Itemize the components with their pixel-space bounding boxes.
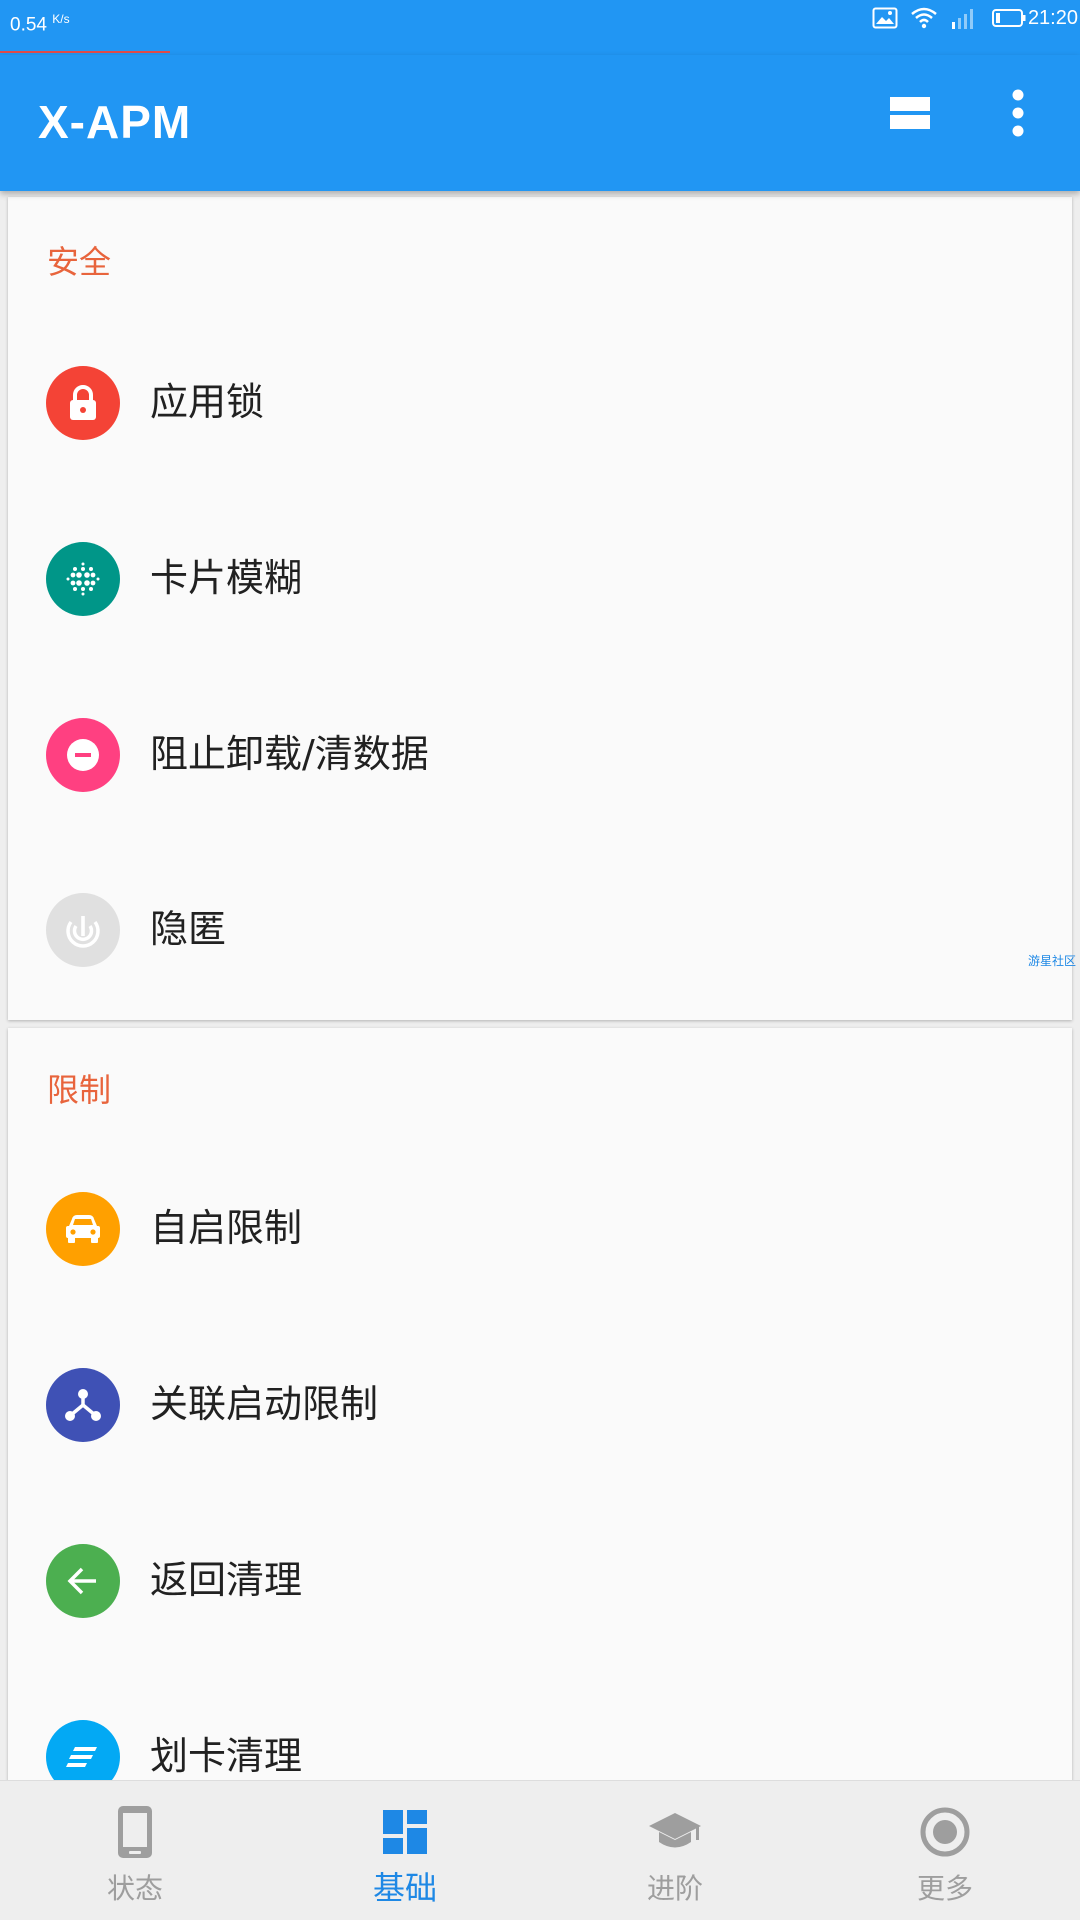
dashboard-icon [270, 1803, 540, 1861]
view-toggle-icon [888, 95, 932, 135]
gallery-notification-icon [872, 7, 898, 29]
feature-item-app-lock[interactable]: 应用锁 [8, 318, 1072, 488]
nav-label: 状态 [106, 1872, 163, 1905]
feature-label: 阻止卸载/清数据 [150, 732, 429, 776]
nav-label: 进阶 [646, 1872, 703, 1905]
section-title-security: 安全 [47, 243, 112, 281]
loading-progress-line [0, 51, 170, 53]
nav-label: 更多 [916, 1872, 973, 1905]
blur-icon [46, 542, 120, 616]
school-icon [540, 1803, 810, 1861]
nav-tab-status[interactable]: 状态 [0, 1781, 270, 1920]
status-icons: 21:20 [860, 5, 1080, 31]
nav-label: 基础 [372, 1869, 437, 1907]
battery-icon [991, 9, 1026, 27]
view-toggle-button[interactable] [880, 85, 940, 145]
feature-label: 卡片模糊 [150, 556, 303, 600]
net-speed-value: 0.54 [10, 14, 47, 36]
feature-item-card-blur[interactable]: 卡片模糊 [8, 494, 1072, 664]
feature-label: 隐匿 [150, 907, 227, 951]
more-vert-icon [1011, 89, 1025, 141]
feature-label: 应用锁 [150, 380, 265, 424]
feature-item-associated-start[interactable]: 关联启动限制 [8, 1320, 1072, 1490]
status-bar: 0.54 K/s 21:20 [0, 0, 1080, 55]
security-card: 安全 应用锁 卡片模糊 阻止卸载/清数据 隐匿 [8, 197, 1072, 1020]
feature-item-back-clean[interactable]: 返回清理 [8, 1496, 1072, 1666]
net-speed-unit: K/s [52, 12, 70, 26]
feature-item-hide[interactable]: 隐匿 [8, 845, 1072, 1015]
screen: 0.54 K/s 21:20 X-APM 安全 应用锁 卡片模糊 阻止卸载/清数… [0, 0, 1080, 1920]
app-title: X-APM [38, 96, 192, 148]
nav-tab-more[interactable]: 更多 [810, 1781, 1080, 1920]
net-speed: 0.54 K/s [10, 8, 70, 36]
feature-label: 划卡清理 [150, 1734, 303, 1778]
arrow-back-icon [46, 1544, 120, 1618]
hidden-icon [46, 893, 120, 967]
feature-item-auto-start[interactable]: 自启限制 [8, 1144, 1072, 1314]
feature-item-block-uninstall[interactable]: 阻止卸载/清数据 [8, 670, 1072, 840]
feature-label: 返回清理 [150, 1558, 303, 1602]
wifi-icon [910, 7, 938, 29]
bottom-navigation: 状态 基础 进阶 更多 [0, 1780, 1080, 1920]
app-bar: X-APM [0, 55, 1080, 191]
clock: 21:20 [1027, 6, 1078, 29]
radio-button-icon [810, 1803, 1080, 1861]
section-title-restriction: 限制 [47, 1071, 112, 1109]
share-network-icon [46, 1368, 120, 1442]
feature-label: 自启限制 [150, 1206, 303, 1250]
block-icon [46, 718, 120, 792]
feature-label: 关联启动限制 [150, 1382, 379, 1426]
car-icon [46, 1192, 120, 1266]
lock-icon [46, 366, 120, 440]
nav-tab-basic[interactable]: 基础 [270, 1781, 540, 1920]
signal-icon [950, 6, 978, 30]
phone-icon [0, 1803, 270, 1861]
nav-tab-advanced[interactable]: 进阶 [540, 1781, 810, 1920]
more-options-button[interactable] [990, 85, 1046, 145]
restriction-card: 限制 自启限制 关联启动限制 返回清理 划卡清理 [8, 1028, 1072, 1794]
watermark: 游星社区 [1028, 954, 1077, 968]
